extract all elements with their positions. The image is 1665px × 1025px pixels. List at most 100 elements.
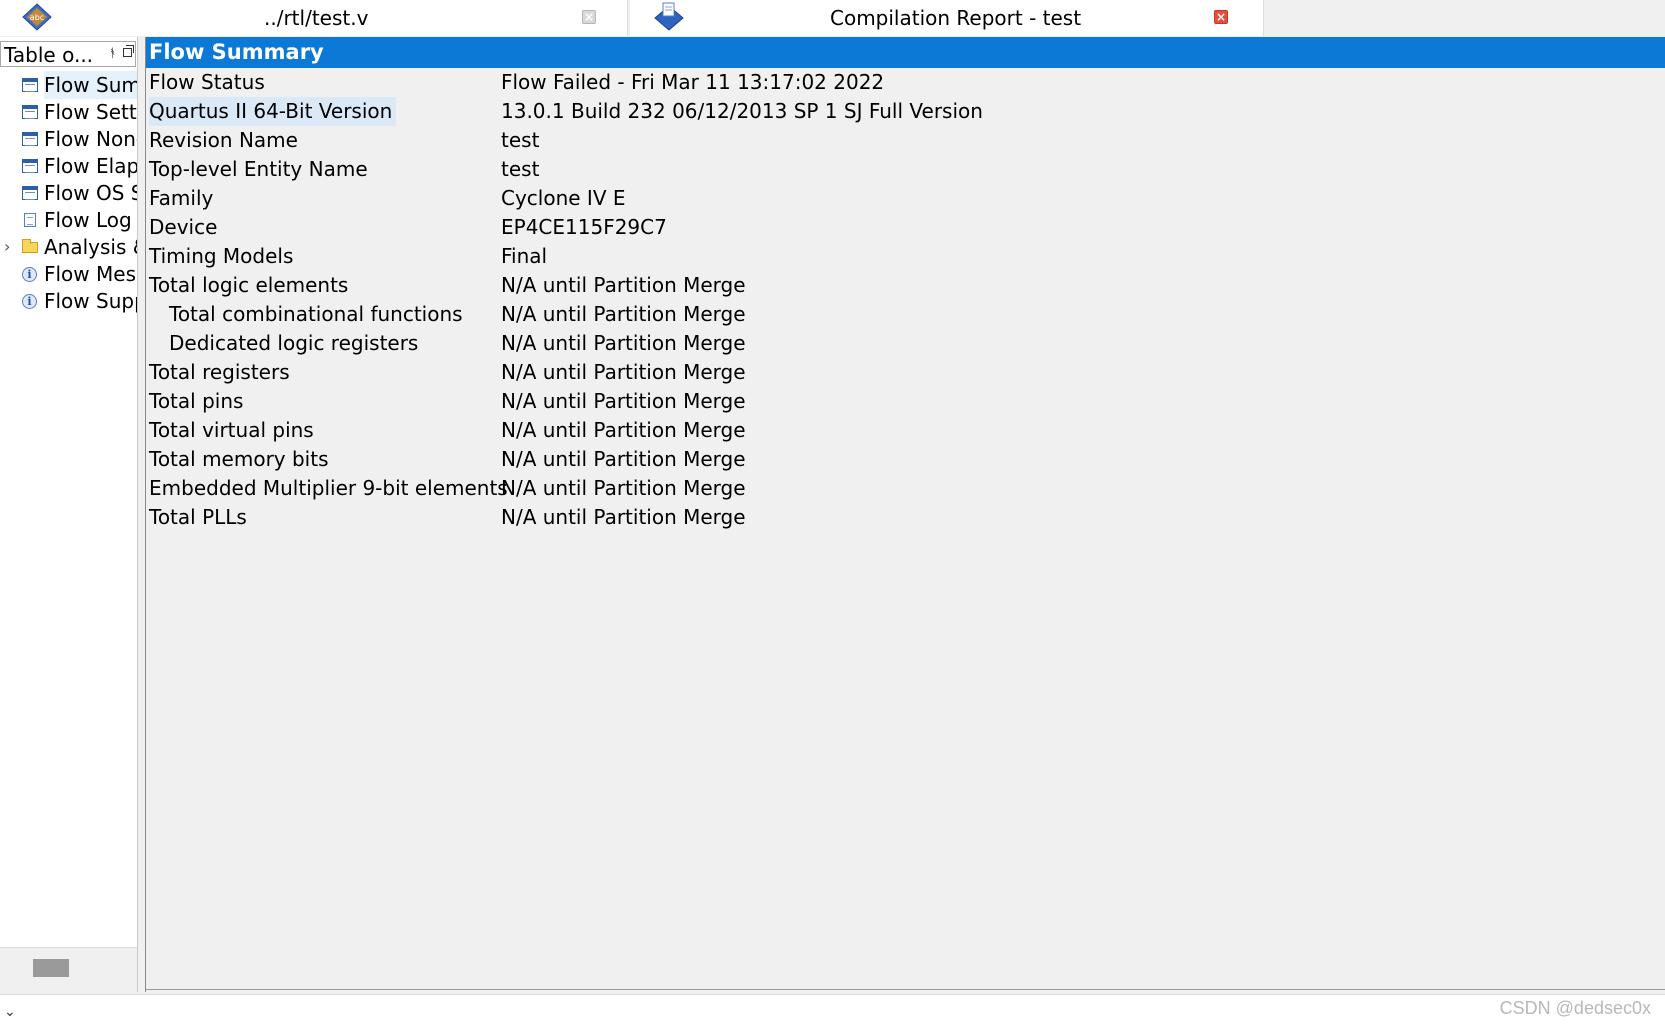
row-key: Total virtual pins xyxy=(149,418,314,442)
panel-header: Table o... ᚬ xyxy=(0,41,136,67)
watermark: CSDN @dedsec0x xyxy=(1499,998,1651,1018)
tree-item-label: Flow Supp xyxy=(44,289,137,313)
tree-item-label: Analysis & xyxy=(44,235,137,259)
info-icon xyxy=(22,267,37,282)
row-value: 13.0.1 Build 232 06/12/2013 SP 1 SJ Full… xyxy=(501,99,983,123)
row-value: N/A until Partition Merge xyxy=(501,302,746,326)
table-row[interactable]: Device EP4CE115F29C7 xyxy=(146,213,1665,242)
verilog-file-icon: abc xyxy=(22,3,52,31)
report-icon xyxy=(654,2,684,31)
report-tree: Flow Sum Flow Setti Flow Non- Flow Elaps… xyxy=(0,71,137,371)
pin-icon[interactable]: ᚬ xyxy=(109,47,116,59)
status-bar: ⌄ xyxy=(0,994,1665,1025)
row-key: Total PLLs xyxy=(149,505,247,529)
tree-item-label: Flow Non- xyxy=(44,127,137,151)
tree-item-flow-non-default[interactable]: Flow Non- xyxy=(0,125,137,153)
table-icon xyxy=(22,105,38,119)
row-value: test xyxy=(501,128,540,152)
row-key: Quartus II 64-Bit Version xyxy=(149,97,397,126)
tab-compilation-report[interactable]: Compilation Report - test × xyxy=(630,0,1264,36)
table-row[interactable]: Total memory bits N/A until Partition Mer… xyxy=(146,445,1665,474)
row-value: Final xyxy=(501,244,548,268)
row-key: Total pins xyxy=(149,389,244,413)
tree-item-label: Flow OS S xyxy=(44,181,137,205)
table-row[interactable]: Embedded Multiplier 9-bit elements N/A un… xyxy=(146,474,1665,503)
tab-bar: abc ../rtl/test.v × Compilation Report -… xyxy=(0,0,1665,36)
table-row[interactable]: Revision Name test xyxy=(146,126,1665,155)
row-value: N/A until Partition Merge xyxy=(501,273,746,297)
tree-item-analysis[interactable]: › Analysis & xyxy=(0,233,137,261)
row-value: N/A until Partition Merge xyxy=(501,360,746,384)
table-row[interactable]: Top-level Entity Name test xyxy=(146,155,1665,184)
tab-title: ../rtl/test.v xyxy=(264,6,369,30)
table-row[interactable]: Total logic elements N/A until Partition … xyxy=(146,271,1665,300)
row-key: Top-level Entity Name xyxy=(149,157,368,181)
tree-item-label: Flow Setti xyxy=(44,100,137,124)
tree-item-flow-elapsed[interactable]: Flow Elaps xyxy=(0,152,137,180)
row-key: Total combinational functions xyxy=(169,302,463,326)
row-value: N/A until Partition Merge xyxy=(501,418,746,442)
close-icon[interactable]: × xyxy=(1214,10,1228,24)
row-value: EP4CE115F29C7 xyxy=(501,215,667,239)
restore-icon[interactable] xyxy=(123,45,134,57)
row-key: Embedded Multiplier 9-bit elements xyxy=(149,476,508,500)
tab-verilog-file[interactable]: abc ../rtl/test.v × xyxy=(0,0,628,36)
row-value: N/A until Partition Merge xyxy=(501,447,746,471)
table-row[interactable]: Timing Models Final xyxy=(146,242,1665,271)
table-icon xyxy=(22,186,38,200)
tree-item-flow-messages[interactable]: Flow Mess xyxy=(0,260,137,288)
info-icon xyxy=(22,294,37,309)
row-key: Total registers xyxy=(149,360,290,384)
folder-icon xyxy=(22,239,38,253)
summary-table: Flow Status Flow Failed - Fri Mar 11 13:1… xyxy=(146,68,1665,532)
table-row[interactable]: Total pins N/A until Partition Merge xyxy=(146,387,1665,416)
row-value: N/A until Partition Merge xyxy=(501,505,746,529)
chevron-right-icon[interactable]: › xyxy=(4,239,14,255)
table-row[interactable]: Total registers N/A until Partition Merge xyxy=(146,358,1665,387)
table-icon xyxy=(22,159,38,173)
table-row[interactable]: Total virtual pins N/A until Partition Me… xyxy=(146,416,1665,445)
row-key: Timing Models xyxy=(149,244,294,268)
row-value: Flow Failed - Fri Mar 11 13:17:02 2022 xyxy=(501,70,885,94)
row-key: Device xyxy=(149,215,218,239)
row-key: Total memory bits xyxy=(149,447,329,471)
divider xyxy=(146,989,1665,990)
table-icon xyxy=(22,132,38,146)
section-title: Flow Summary xyxy=(149,40,324,64)
horizontal-scrollbar-thumb[interactable] xyxy=(33,959,69,977)
section-header: Flow Summary xyxy=(146,37,1665,68)
tree-item-flow-log[interactable]: Flow Log xyxy=(0,206,137,234)
tree-item-label: Flow Log xyxy=(44,208,132,232)
panel-title: Table o... xyxy=(4,43,94,67)
svg-text:abc: abc xyxy=(30,13,44,22)
tree-item-flow-summary[interactable]: Flow Sum xyxy=(0,71,137,99)
document-icon xyxy=(24,213,36,227)
table-row[interactable]: Dedicated logic registers N/A until Parti… xyxy=(146,329,1665,358)
table-row[interactable]: Quartus II 64-Bit Version 13.0.1 Build 23… xyxy=(146,97,1665,126)
row-value: N/A until Partition Merge xyxy=(501,389,746,413)
row-value: N/A until Partition Merge xyxy=(501,331,746,355)
row-value: N/A until Partition Merge xyxy=(501,476,746,500)
table-row[interactable]: Total combinational functions N/A until P… xyxy=(146,300,1665,329)
row-key: Total logic elements xyxy=(149,273,349,297)
tree-item-label: Flow Mess xyxy=(44,262,137,286)
report-content: Flow Summary Flow Status Flow Failed - Fr… xyxy=(145,37,1665,992)
tree-item-flow-os[interactable]: Flow OS S xyxy=(0,179,137,207)
table-row[interactable]: Total PLLs N/A until Partition Merge xyxy=(146,503,1665,532)
close-icon[interactable]: × xyxy=(582,10,596,24)
table-icon xyxy=(22,78,38,92)
row-value: Cyclone IV E xyxy=(501,186,626,210)
tree-item-flow-settings[interactable]: Flow Setti xyxy=(0,98,137,126)
row-key: Flow Status xyxy=(149,70,265,94)
row-key: Dedicated logic registers xyxy=(169,331,419,355)
table-row[interactable]: Flow Status Flow Failed - Fri Mar 11 13:1… xyxy=(146,68,1665,97)
tree-item-label: Flow Sum xyxy=(44,71,137,99)
table-of-contents-panel: Table o... ᚬ Flow Sum Flow Setti Flow No… xyxy=(0,37,138,992)
tree-item-flow-suppressed[interactable]: Flow Supp xyxy=(0,287,137,315)
row-key: Revision Name xyxy=(149,128,298,152)
tab-title: Compilation Report - test xyxy=(830,6,1082,30)
table-row[interactable]: Family Cyclone IV E xyxy=(146,184,1665,213)
row-key: Family xyxy=(149,186,214,210)
chevron-down-icon[interactable]: ⌄ xyxy=(4,1005,16,1019)
tree-item-label: Flow Elaps xyxy=(44,154,137,178)
